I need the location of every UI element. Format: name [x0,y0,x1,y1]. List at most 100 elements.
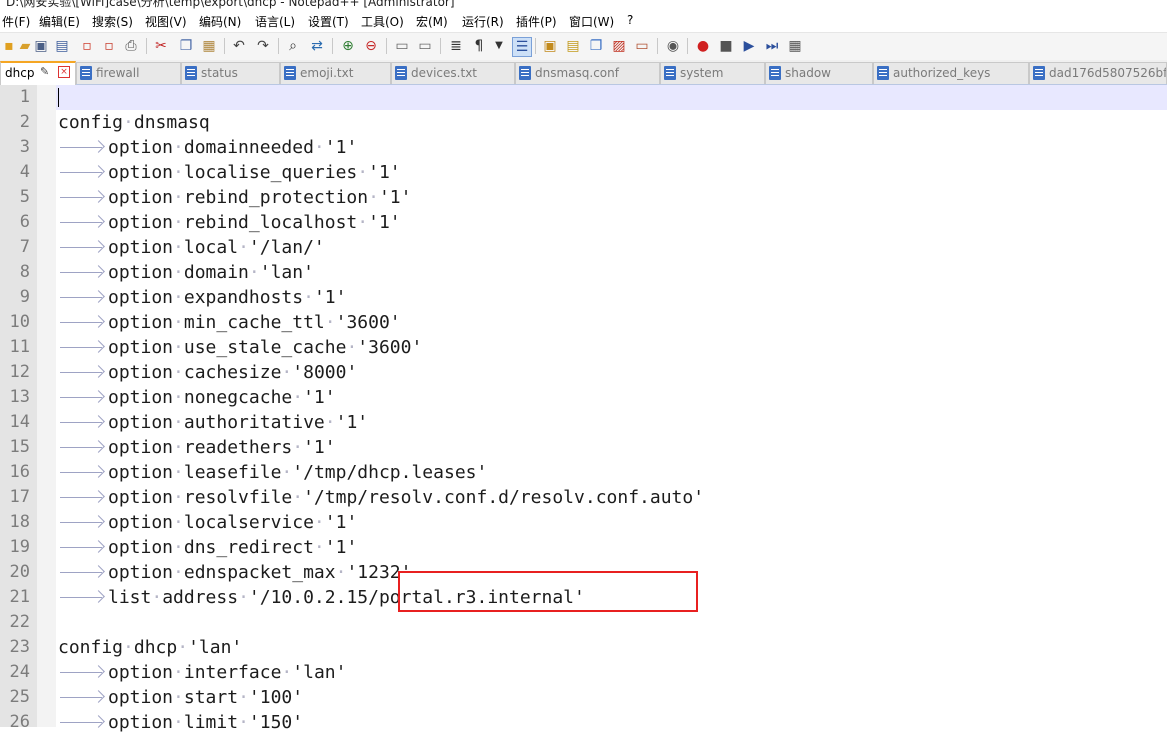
save-macro-icon[interactable]: ▦ [786,37,804,55]
tab-dnsmasq-conf[interactable]: dnsmasq.conf [515,62,660,84]
close-all-icon[interactable]: ▫ [100,37,118,55]
code-line[interactable]: option·domain·'lan' [58,260,314,285]
menu-search[interactable]: 搜索(S) [92,13,133,30]
sync-v-icon[interactable]: ▭ [393,37,411,55]
editor-area[interactable]: 1 2 config·dnsmasq 3 option·domainneeded·'1'… [0,85,1167,733]
menu-run[interactable]: 运行(R) [462,13,504,30]
code-line[interactable]: option·dns_redirect·'1' [58,535,357,560]
line-number: 14 [9,412,30,432]
close-tab-icon[interactable]: × [58,66,70,78]
code-line[interactable]: option·readethers·'1' [58,435,336,460]
function-list-icon[interactable]: ❐ [587,37,605,55]
code-line[interactable]: option·rebind_localhost·'1' [58,210,401,235]
tab-devices[interactable]: devices.txt [391,62,515,84]
file-icon [395,66,407,80]
tab-authorized-keys[interactable]: authorized_keys [873,62,1029,84]
tab-dhcp[interactable]: dhcp ✎ × [0,61,76,86]
code-line[interactable]: option·rebind_protection·'1' [58,185,411,210]
doc-map-icon[interactable]: ▤ [564,37,582,55]
menu-file[interactable]: 件(F) [2,13,30,30]
menu-tools[interactable]: 工具(O) [361,13,404,30]
folder-icon[interactable]: ▭ [633,37,651,55]
tab-arrow-icon [58,210,108,235]
menu-macro[interactable]: 宏(M) [416,13,448,30]
tab-firewall[interactable]: firewall [76,62,181,84]
word-wrap-icon[interactable]: ≣ [447,37,465,55]
code-line[interactable]: option·localise_queries·'1' [58,160,401,185]
undo-icon[interactable]: ↶ [230,37,248,55]
line-number: 10 [9,312,30,332]
save-icon[interactable]: ▣ [32,37,50,55]
menu-help[interactable]: ? [627,13,633,27]
fold-margin[interactable] [37,85,56,727]
sync-h-icon[interactable]: ▭ [416,37,434,55]
code-text: option·min_cache_ttl·'3600' [108,312,401,333]
find-icon[interactable]: ⌕ [284,37,302,55]
code-text: config·dhcp·'lan' [58,637,243,658]
folder-workspace-icon[interactable]: ▨ [610,37,628,55]
redo-icon[interactable]: ↷ [254,37,272,55]
line-number: 12 [9,362,30,382]
close-icon[interactable]: ▫ [78,37,96,55]
code-text: option·ednspacket_max·'1232' [108,562,412,583]
code-line[interactable]: option·ednspacket_max·'1232' [58,560,411,585]
menu-view[interactable]: 视图(V) [145,13,187,30]
code-line[interactable]: option·leasefile·'/tmp/dhcp.leases' [58,460,487,485]
menu-settings[interactable]: 设置(T) [308,13,349,30]
code-line[interactable]: option·use_stale_cache·'3600' [58,335,422,360]
code-line[interactable]: option·localservice·'1' [58,510,357,535]
code-line[interactable]: option·cachesize·'8000' [58,360,357,385]
code-text: option·localise_queries·'1' [108,162,401,183]
tab-bar: dhcp ✎ × firewall status emoji.txt devic… [0,60,1167,86]
copy-icon[interactable]: ❐ [177,37,195,55]
zoom-out-icon[interactable]: ⊖ [362,37,380,55]
code-line[interactable]: option·start·'100' [58,685,303,710]
code-line[interactable]: option·interface·'lan' [58,660,346,685]
stop-record-icon[interactable]: ■ [717,37,735,55]
tab-dad176d5807526bf[interactable]: dad176d5807526bf [1029,62,1167,84]
tab-arrow-icon [58,710,108,735]
code-line[interactable]: option·nonegcache·'1' [58,385,336,410]
run-macro-multiple-icon[interactable]: ⏭ [763,37,781,55]
file-icon [284,66,296,80]
tab-status[interactable]: status [181,62,280,84]
code-line[interactable]: option·min_cache_ttl·'3600' [58,310,401,335]
monitor-icon[interactable]: ◉ [664,37,682,55]
print-icon[interactable]: ⎙ [122,37,140,55]
tab-label: system [680,66,724,80]
tab-system[interactable]: system [660,62,765,84]
text-caret [58,88,59,107]
record-macro-icon[interactable]: ● [694,37,712,55]
pin-icon[interactable]: ✎ [40,65,49,78]
menu-edit[interactable]: 编辑(E) [39,13,80,30]
dropdown-arrow-icon[interactable]: ▼ [490,37,508,55]
code-line[interactable]: option·resolvfile·'/tmp/resolv.conf.d/re… [58,485,704,510]
indent-guide-icon[interactable]: ☰ [512,37,532,57]
cut-icon[interactable]: ✂ [152,37,170,55]
line-number: 22 [9,612,30,632]
tab-emoji[interactable]: emoji.txt [280,62,391,84]
show-all-chars-icon[interactable]: ¶ [470,37,488,55]
menu-encoding[interactable]: 编码(N) [199,13,241,30]
code-line[interactable]: config·dhcp·'lan' [58,635,242,660]
line-number: 3 [19,137,30,157]
play-macro-icon[interactable]: ▶ [740,37,758,55]
code-line[interactable]: option·domainneeded·'1' [58,135,357,160]
zoom-in-icon[interactable]: ⊕ [339,37,357,55]
tab-shadow[interactable]: shadow [765,62,873,84]
menu-language[interactable]: 语言(L) [255,13,295,30]
code-line[interactable]: option·expandhosts·'1' [58,285,346,310]
save-all-icon[interactable]: ▤ [53,37,71,55]
code-text: option·local·'/lan/' [108,237,325,258]
tab-arrow-icon [58,235,108,260]
menu-plugins[interactable]: 插件(P) [516,13,557,30]
menu-window[interactable]: 窗口(W) [569,13,614,30]
code-line[interactable]: config·dnsmasq [58,110,210,135]
code-line[interactable]: option·authoritative·'1' [58,410,368,435]
udl-icon[interactable]: ▣ [541,37,559,55]
replace-icon[interactable]: ⇄ [308,37,326,55]
paste-icon[interactable]: ▦ [200,37,218,55]
code-line[interactable]: option·limit·'150' [58,710,303,735]
line-number: 17 [9,487,30,507]
code-line[interactable]: option·local·'/lan/' [58,235,325,260]
